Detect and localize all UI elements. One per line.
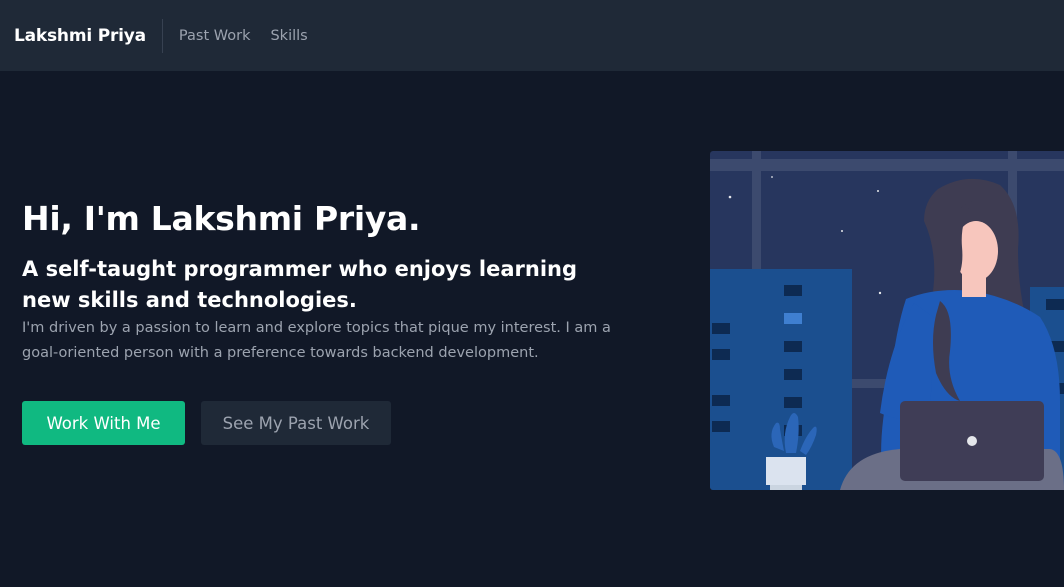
work-with-me-button[interactable]: Work With Me: [22, 401, 185, 445]
nav-link-skills[interactable]: Skills: [270, 28, 307, 44]
navbar: Lakshmi Priya Past Work Skills: [0, 0, 1064, 71]
brand-logo[interactable]: Lakshmi Priya: [14, 26, 146, 46]
hero-headline: Hi, I'm Lakshmi Priya.: [22, 199, 421, 238]
hero-description: I'm driven by a passion to learn and exp…: [22, 320, 611, 361]
hero-subheadline: A self-taught programmer who enjoys lear…: [22, 257, 578, 312]
hero-buttons: Work With Me See My Past Work: [22, 401, 391, 445]
nav-divider: [161, 18, 163, 53]
programmer-at-night-illustration: [710, 151, 1064, 490]
hero-text: Hi, I'm Lakshmi Priya. A self-taught pro…: [22, 198, 622, 366]
see-past-work-button[interactable]: See My Past Work: [201, 401, 391, 445]
nav-links: Past Work Skills: [179, 28, 308, 44]
nav-link-past-work[interactable]: Past Work: [179, 28, 251, 44]
hero-illustration: [710, 151, 1064, 490]
